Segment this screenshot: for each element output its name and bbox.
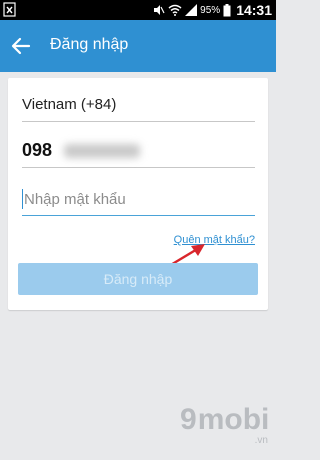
clock: 14:31 [236,2,272,18]
notification-x-icon [3,2,16,17]
mute-icon [154,5,165,15]
password-field[interactable] [22,186,255,212]
signal-icon [185,4,198,16]
country-value: Vietnam (+84) [22,96,117,113]
phone-value: 098 [22,140,53,160]
phone-field[interactable]: 098 [22,136,255,168]
phone-number-blur [64,144,140,158]
back-arrow-icon[interactable] [10,35,32,57]
watermark-domain: .vn [254,435,268,446]
status-bar: 95% 14:31 [0,0,276,20]
app-bar: Đăng nhập [0,20,276,72]
battery-icon [223,3,231,16]
9mobi-logo: 9 mobi [180,403,270,436]
country-selector[interactable]: Vietnam (+84) [22,92,255,122]
page-title: Đăng nhập [50,36,129,53]
9mobi-watermark: 9 mobi .vn [180,403,272,451]
battery-percent: 95% [200,4,221,16]
login-button[interactable]: Đăng nhập [18,263,258,295]
wifi-icon [168,4,182,16]
password-field-wrapper [22,184,255,216]
login-card: Vietnam (+84) 098 Quên mật khẩu? Đăng nh… [8,78,268,310]
